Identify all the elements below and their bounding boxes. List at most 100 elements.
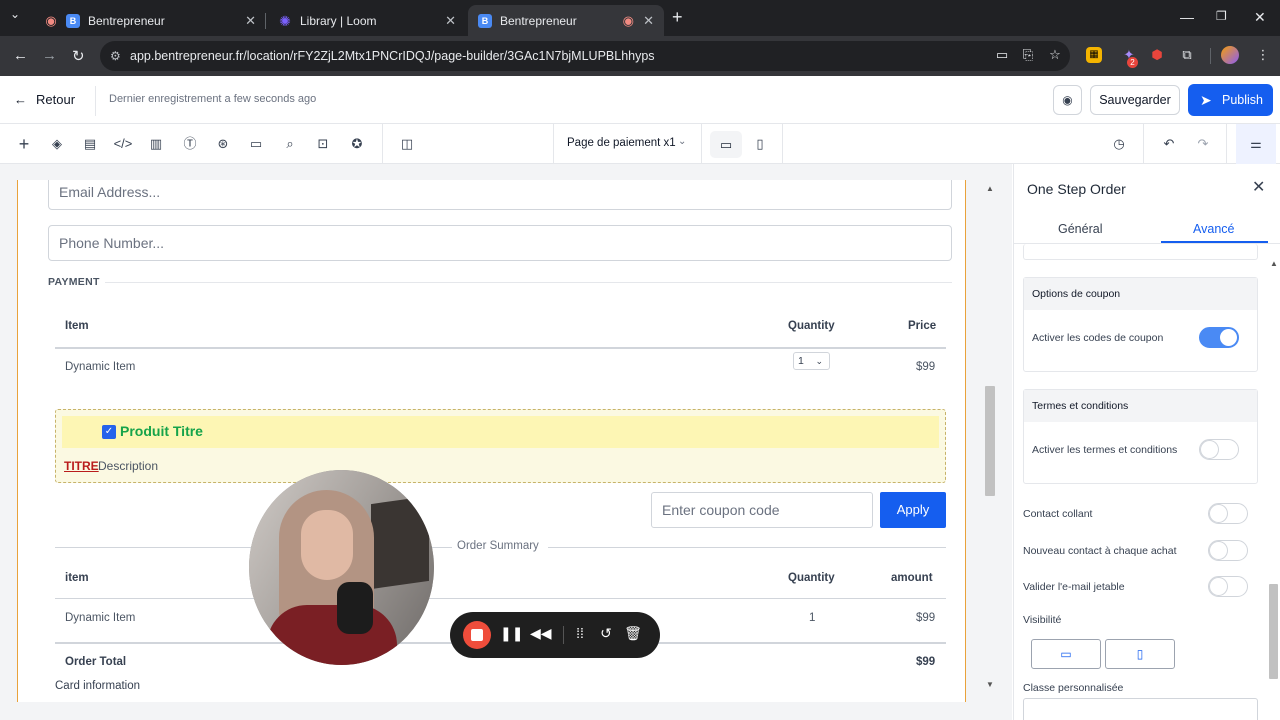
browser-layout-icon[interactable]: ▭ — [246, 134, 266, 154]
page-select[interactable]: Page de paiement x1 — [567, 137, 676, 149]
desktop-view-button[interactable]: ▭ — [710, 131, 742, 158]
undo-icon[interactable]: ↶ — [1159, 134, 1179, 154]
terminal-icon[interactable]: ⊡ — [313, 134, 333, 154]
custom-class-input[interactable] — [1023, 698, 1258, 720]
scroll-up-icon[interactable]: ▲ — [1270, 259, 1278, 268]
camera-icon[interactable]: ▭ — [991, 44, 1013, 66]
publish-button[interactable]: ➤ Publish — [1188, 84, 1273, 116]
order-total-label: Order Total — [65, 656, 127, 668]
toggle-knob — [1220, 329, 1237, 346]
cookie-icon[interactable]: ✪ — [347, 134, 367, 154]
close-tab-icon[interactable]: ✕ — [643, 13, 654, 29]
drag-handle-icon[interactable]: ⁞⁞ — [571, 625, 589, 641]
redo-icon[interactable]: ↷ — [1193, 134, 1213, 154]
new-contact-label: Nouveau contact à chaque achat — [1023, 545, 1177, 557]
browser-tab-3[interactable]: B Bentrepreneur ◉ ✕ — [468, 5, 664, 36]
extension-icon[interactable]: ⬢ — [1146, 44, 1168, 66]
pause-icon[interactable]: ❚❚ — [500, 625, 523, 642]
items-header-item: Item — [65, 320, 89, 332]
coupon-options-title: Options de coupon — [1024, 278, 1257, 310]
save-button[interactable]: Sauvegarder — [1090, 85, 1180, 115]
typography-icon[interactable]: Ⓣ — [180, 134, 200, 154]
tab-general[interactable]: Général — [1058, 222, 1102, 236]
phone-field[interactable]: Phone Number... — [48, 225, 952, 261]
eye-icon: ◉ — [1062, 93, 1073, 107]
tab-search-icon[interactable]: ⌄ — [10, 7, 20, 21]
scroll-up-icon[interactable]: ▲ — [986, 184, 994, 193]
order-bump[interactable]: ✓ Produit Titre TITRE Description — [55, 409, 946, 483]
tab-advanced[interactable]: Avancé — [1193, 222, 1234, 236]
split-view-icon[interactable]: ◫ — [397, 134, 417, 154]
tab-title: Library | Loom — [300, 13, 377, 28]
browser-tab-2[interactable]: ✺ Library | Loom ✕ — [268, 5, 466, 36]
pages-icon[interactable]: ▤ — [80, 134, 100, 154]
paint-roller-icon[interactable]: ▥ — [146, 134, 166, 154]
coupon-toggle[interactable] — [1199, 327, 1239, 348]
visibility-desktop-button[interactable]: ▭ — [1031, 639, 1101, 669]
scroll-down-icon[interactable]: ▼ — [986, 680, 994, 689]
toolbar-separator — [1226, 124, 1227, 164]
trash-icon[interactable]: 🗑 — [624, 625, 642, 642]
menu-kebab-icon[interactable]: ⋮ — [1252, 44, 1274, 66]
quantity-value: 1 — [798, 355, 804, 367]
new-tab-icon[interactable]: + — [672, 7, 683, 28]
coupon-input[interactable]: Enter coupon code — [651, 492, 873, 528]
code-icon[interactable]: </> — [113, 134, 133, 154]
new-contact-toggle[interactable] — [1208, 540, 1248, 561]
bookmark-star-icon[interactable]: ☆ — [1044, 44, 1066, 66]
extensions-puzzle-icon[interactable]: ⧉ — [1176, 44, 1198, 66]
publish-label: Publish — [1222, 93, 1263, 107]
minimize-icon[interactable]: — — [1180, 9, 1194, 25]
url-input[interactable]: ⚙ app.bentrepreneur.fr/location/rFY2ZjL2… — [100, 41, 1070, 71]
back-label: Retour — [36, 92, 76, 107]
panel-scrollbar[interactable]: ▲ — [1268, 259, 1279, 719]
close-tab-icon[interactable]: ✕ — [245, 13, 256, 29]
canvas-scrollbar[interactable]: ▲ ▼ — [984, 184, 996, 694]
layers-icon[interactable]: ◈ — [47, 134, 67, 154]
preview-button[interactable]: ◉ — [1053, 85, 1082, 115]
rewind-icon[interactable]: ◀◀ — [530, 625, 552, 642]
sticky-contact-toggle[interactable] — [1208, 503, 1248, 524]
browser-tab-1[interactable]: ◉ B Bentrepreneur ✕ — [34, 5, 266, 36]
close-tab-icon[interactable]: ✕ — [445, 13, 456, 29]
restart-icon[interactable]: ↺ — [597, 625, 615, 642]
seo-search-icon[interactable]: ⌕ — [280, 134, 300, 154]
quantity-select[interactable]: 1 ⌄ — [793, 352, 830, 370]
profile-avatar[interactable] — [1221, 46, 1239, 64]
settings-sliders-icon[interactable]: ⚌ — [1236, 124, 1276, 164]
panel-title: One Step Order — [1027, 181, 1126, 197]
item-price: $99 — [916, 361, 936, 373]
site-info-icon[interactable]: ⚙ — [110, 41, 121, 71]
order-bump-checkbox[interactable]: ✓ — [102, 425, 116, 439]
close-icon[interactable]: ✕ — [1252, 177, 1265, 197]
disposable-email-toggle[interactable] — [1208, 576, 1248, 597]
history-icon[interactable]: ◷ — [1109, 134, 1129, 154]
color-palette-icon[interactable]: ⊛ — [213, 134, 233, 154]
restore-icon[interactable]: ❐ — [1216, 9, 1227, 23]
bentrepreneur-favicon: B — [478, 13, 492, 28]
back-arrow-icon[interactable]: ← — [13, 47, 28, 64]
mobile-view-icon[interactable]: ▯ — [750, 134, 770, 154]
translate-icon[interactable]: ⎘ — [1017, 44, 1039, 66]
toggle-knob — [1210, 578, 1227, 595]
chevron-down-icon: ⌄ — [815, 356, 823, 366]
summary-item-amount: $99 — [916, 612, 936, 624]
terms-toggle[interactable] — [1199, 439, 1239, 460]
scroll-thumb[interactable] — [1269, 584, 1278, 679]
scroll-thumb[interactable] — [985, 386, 995, 496]
save-status: Dernier enregistrement a few seconds ago — [109, 93, 317, 105]
extension-icon[interactable]: ▦ — [1086, 47, 1102, 63]
tab-title: Bentrepreneur — [500, 13, 577, 28]
item-name: Dynamic Item — [65, 361, 136, 373]
add-element-icon[interactable]: + — [14, 134, 34, 154]
back-button[interactable]: ← Retour — [14, 92, 75, 107]
webcam-bubble[interactable] — [249, 470, 434, 665]
stop-recording-button[interactable] — [463, 621, 491, 649]
forward-arrow-icon[interactable]: → — [42, 47, 57, 64]
email-field[interactable]: Email Address... — [48, 180, 952, 210]
reload-icon[interactable]: ↻ — [72, 47, 85, 65]
chevron-down-icon[interactable]: ⌄ — [678, 136, 686, 147]
apply-coupon-button[interactable]: Apply — [880, 492, 946, 528]
visibility-mobile-button[interactable]: ▯ — [1105, 639, 1175, 669]
close-window-icon[interactable]: ✕ — [1254, 9, 1266, 26]
